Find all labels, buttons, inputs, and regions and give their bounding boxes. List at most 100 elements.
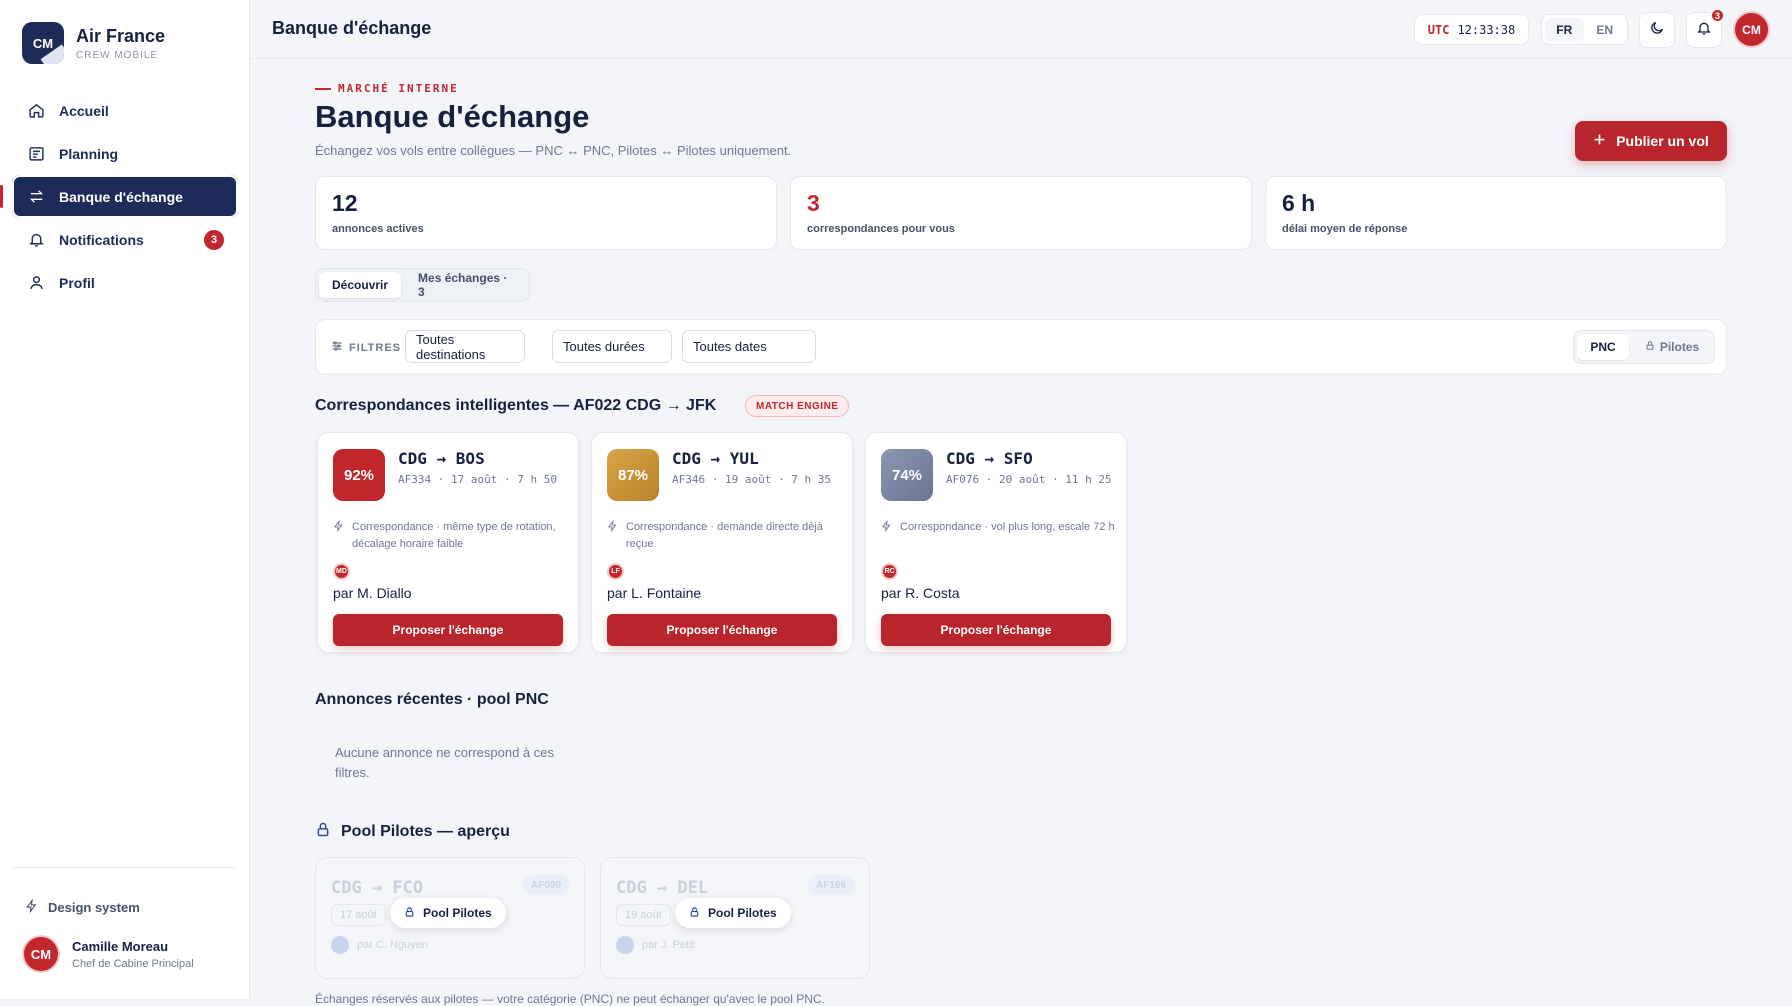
lock-icon (689, 906, 700, 921)
flight-meta: AF346 · 19 août · 7 h 35 (672, 473, 831, 486)
stat-card-response: 6 h délai moyen de réponse (1265, 176, 1727, 250)
bell-icon (27, 231, 45, 249)
match-engine-badge: MATCH ENGINE (745, 395, 850, 417)
posted-by: par C. Nguyen (331, 936, 428, 954)
brand[interactable]: CM Air France CREW MOBILE (22, 22, 165, 64)
stat-label: annonces actives (332, 223, 424, 235)
theme-toggle-button[interactable] (1639, 12, 1675, 48)
app-logo: CM (22, 22, 64, 64)
lock-icon (315, 821, 331, 843)
avatar: CM (22, 935, 60, 973)
notifications-button[interactable]: 3 (1686, 8, 1725, 48)
language-switch: FR EN (1541, 14, 1628, 45)
sidebar-item-banque[interactable]: Banque d'échange (0, 175, 238, 218)
sidebar-divider (12, 867, 236, 868)
plus-icon (1593, 133, 1606, 149)
publish-flight-button[interactable]: Publier un vol (1575, 121, 1727, 161)
tab-decouvrir[interactable]: Découvrir (319, 272, 402, 298)
clock-time: 12:33:38 (1457, 22, 1516, 37)
route: CDG → YUL (672, 449, 759, 468)
notification-count: 3 (1710, 8, 1725, 23)
sidebar-item-label: Profil (59, 274, 95, 291)
brand-name: Air France (76, 25, 166, 46)
lang-en-button[interactable]: EN (1586, 18, 1625, 41)
home-icon (27, 102, 45, 120)
view-tabs: Découvrir Mes échanges · 3 (315, 268, 530, 302)
tab-mes-echanges[interactable]: Mes échanges · 3 (405, 271, 526, 299)
avatar (616, 936, 634, 954)
stat-value: 12 (332, 190, 358, 216)
avatar[interactable]: CM (1733, 11, 1770, 48)
route: CDG → FCO (331, 878, 424, 898)
match-card: 74% CDG → SFO AF076 · 20 août · 11 h 25 … (865, 432, 1127, 653)
avatar: MD (333, 563, 350, 580)
flight-meta: AF076 · 20 août · 11 h 25 (946, 473, 1112, 486)
pilots-section-title: Pool Pilotes — aperçu (315, 821, 510, 843)
match-reason: Correspondance · demande directe déjà re… (607, 519, 843, 553)
posted-by: par M. Diallo (333, 585, 412, 601)
sidebar-item-notifications[interactable]: Notifications 3 (12, 218, 238, 261)
sidebar-item-accueil[interactable]: Accueil (12, 89, 238, 132)
lang-fr-button[interactable]: FR (1545, 18, 1584, 41)
duration-select[interactable]: Toutes durées (552, 330, 672, 363)
topbar: Banque d'échange UTC 12:33:38 FR EN 3 CM (251, 0, 1792, 59)
utc-clock: UTC 12:33:38 (1414, 14, 1529, 45)
avatar: LF (607, 563, 624, 580)
route: CDG → DEL (616, 878, 709, 898)
page-heading: Banque d'échange (315, 99, 590, 134)
matches-title: Correspondances intelligentes — AF022 CD… (315, 397, 717, 414)
pool-pilotes-button[interactable]: Pilotes (1633, 334, 1711, 360)
sidebar-item-label: Planning (59, 145, 119, 162)
posted-by: par R. Costa (881, 585, 960, 601)
match-card: 87% CDG → YUL AF346 · 19 août · 7 h 35 C… (591, 432, 853, 653)
match-reason: Correspondance · même type de rotation, … (333, 519, 569, 553)
date-select[interactable]: Toutes dates (682, 330, 816, 363)
stat-label: délai moyen de réponse (1282, 223, 1408, 235)
pool-pnc-button[interactable]: PNC (1577, 334, 1629, 360)
pool-lock-pill: Pool Pilotes (390, 898, 506, 928)
propose-exchange-button[interactable]: Proposer l'échange (333, 614, 563, 646)
sidebar-item-label: Notifications (59, 231, 144, 248)
sidebar-item-profil[interactable]: Profil (12, 261, 238, 304)
lock-icon (1645, 340, 1655, 354)
pool-toggle: PNC Pilotes (1573, 330, 1715, 364)
propose-exchange-button[interactable]: Proposer l'échange (881, 614, 1111, 646)
bolt-icon (607, 519, 618, 553)
moon-icon (1649, 20, 1665, 41)
stat-label: correspondances pour vous (807, 223, 955, 235)
route: CDG → SFO (946, 449, 1033, 468)
sidebar-nav: Accueil Planning Banque d'échange Notifi… (0, 89, 238, 304)
flight-date: 17 août (331, 904, 386, 926)
bolt-icon (881, 519, 892, 539)
design-system-label: Design system (48, 900, 140, 915)
propose-exchange-button[interactable]: Proposer l'échange (607, 614, 837, 646)
sidebar: CM Air France CREW MOBILE Accueil Planni… (0, 0, 250, 998)
stat-value: 3 (807, 190, 820, 216)
match-card: 92% CDG → BOS AF334 · 17 août · 7 h 50 C… (317, 432, 579, 653)
pool-lock-pill: Pool Pilotes (675, 898, 791, 928)
destination-select[interactable]: Toutes destinations (405, 330, 525, 363)
design-system-link[interactable]: Design system (25, 898, 140, 916)
route: CDG → BOS (398, 449, 485, 468)
clock-zone: UTC (1427, 22, 1450, 37)
sidebar-item-planning[interactable]: Planning (12, 132, 238, 175)
filters-label: FILTRES (331, 340, 401, 355)
section-kicker: MARCHÉ INTERNE (315, 82, 459, 95)
flight-meta: AF334 · 17 août · 7 h 50 (398, 473, 557, 486)
match-score: 87% (607, 449, 659, 501)
posted-by: par J. Petit (616, 936, 695, 954)
recent-title: Annonces récentes · pool PNC (315, 691, 549, 708)
stat-value: 6 h (1282, 190, 1316, 216)
brand-sub: CREW MOBILE (76, 49, 159, 61)
match-reason: Correspondance · vol plus long, escale 7… (881, 519, 1117, 539)
page-subtitle: Échangez vos vols entre collègues — PNC … (315, 143, 792, 158)
user-profile[interactable]: CM Camille Moreau Chef de Cabine Princip… (22, 935, 194, 973)
stat-card-active: 12 annonces actives (315, 176, 777, 250)
lock-icon (404, 906, 415, 921)
pilots-footnote: Échanges réservés aux pilotes — votre ca… (315, 992, 825, 1006)
bolt-icon (25, 898, 38, 916)
match-score: 92% (333, 449, 385, 501)
posted-by: par L. Fontaine (607, 585, 702, 601)
stat-card-matches: 3 correspondances pour vous (790, 176, 1252, 250)
bolt-icon (333, 519, 344, 553)
